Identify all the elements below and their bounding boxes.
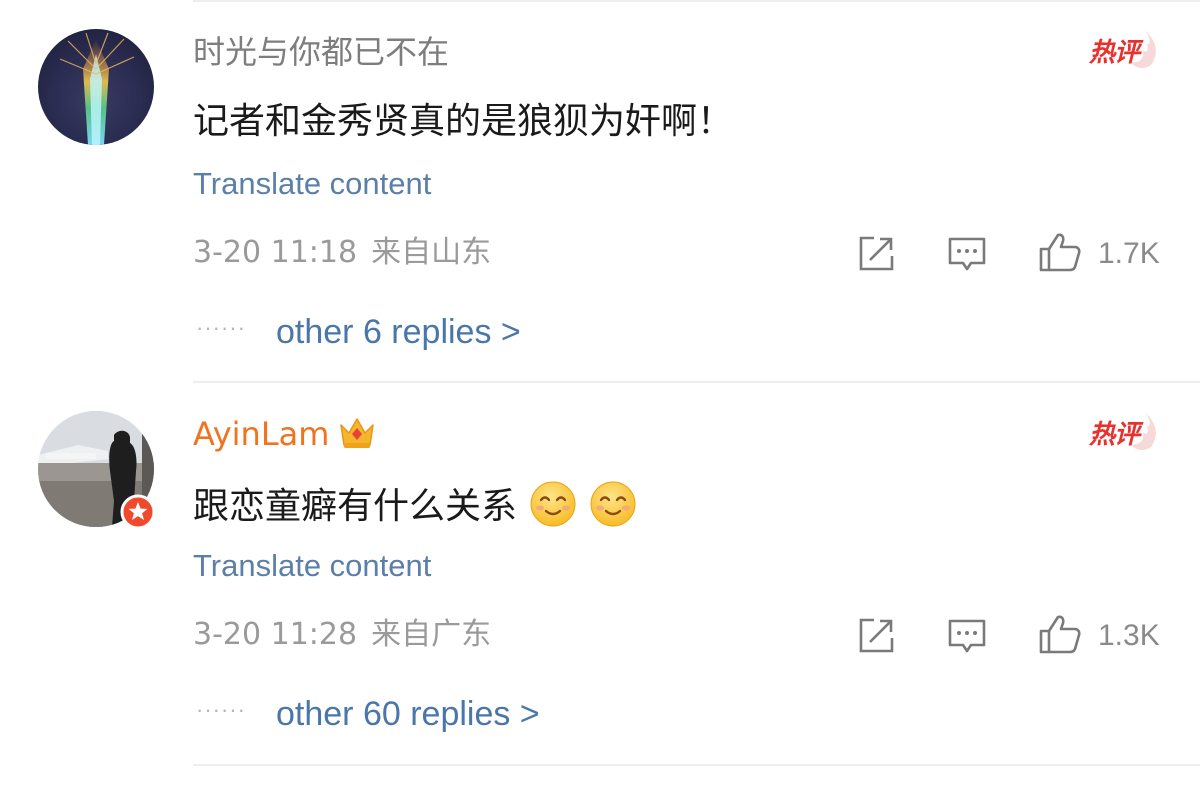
comment-text: 记者和金秀贤真的是狼狈为奸啊！ <box>193 101 734 142</box>
divider <box>193 381 1200 383</box>
comment-meta: 3-20 11:18 来自山东 <box>193 235 491 271</box>
like-count: 1.3K <box>1098 619 1160 652</box>
crown-icon <box>340 418 375 448</box>
translate-link[interactable]: Translate content <box>193 548 431 584</box>
hot-comment-badge: 热评 <box>1089 410 1161 458</box>
timestamp: 3-20 11:28 <box>193 617 358 652</box>
comment-text: 跟恋童癖有什么关系 <box>193 480 637 529</box>
smile-emoji <box>590 481 636 527</box>
location: 来自广东 <box>371 617 492 652</box>
like-icon[interactable] <box>1038 612 1082 656</box>
divider <box>193 0 1200 2</box>
comment-text-body: 跟恋童癖有什么关系 <box>193 486 518 527</box>
avatar[interactable] <box>38 29 154 145</box>
share-icon[interactable] <box>856 616 896 656</box>
more-replies-link[interactable]: other 6 replies > <box>276 312 521 352</box>
smile-emoji <box>530 481 576 527</box>
ellipsis-dots: ······ <box>196 315 246 340</box>
replies-row[interactable]: ······ other 60 replies > <box>196 694 540 734</box>
comment-meta: 3-20 11:28 来自广东 <box>193 617 491 653</box>
like-count: 1.7K <box>1098 237 1160 270</box>
translate-link[interactable]: Translate content <box>193 166 431 202</box>
replies-row[interactable]: ······ other 6 replies > <box>196 312 521 352</box>
ellipsis-dots: ······ <box>196 697 246 722</box>
divider <box>193 764 1200 766</box>
like-icon[interactable] <box>1038 230 1082 274</box>
hot-label: 热评 <box>1089 420 1140 450</box>
username-text: AyinLam <box>193 415 330 453</box>
location: 来自山东 <box>371 235 492 270</box>
timestamp: 3-20 11:18 <box>193 235 358 270</box>
more-replies-link[interactable]: other 60 replies > <box>276 694 540 734</box>
comment-list: 时光与你都已不在 热评 记者和金秀贤真的是狼狈为奸啊！ Translate co… <box>0 0 1200 791</box>
share-icon[interactable] <box>856 234 896 274</box>
username[interactable]: AyinLam <box>193 414 377 454</box>
comment-icon[interactable] <box>947 234 987 274</box>
hot-comment-badge: 热评 <box>1089 28 1161 76</box>
avatar-image <box>59 32 135 145</box>
username[interactable]: 时光与你都已不在 <box>193 32 449 72</box>
comment-icon[interactable] <box>947 616 987 656</box>
verified-badge-icon <box>120 494 156 530</box>
hot-label: 热评 <box>1089 38 1140 68</box>
